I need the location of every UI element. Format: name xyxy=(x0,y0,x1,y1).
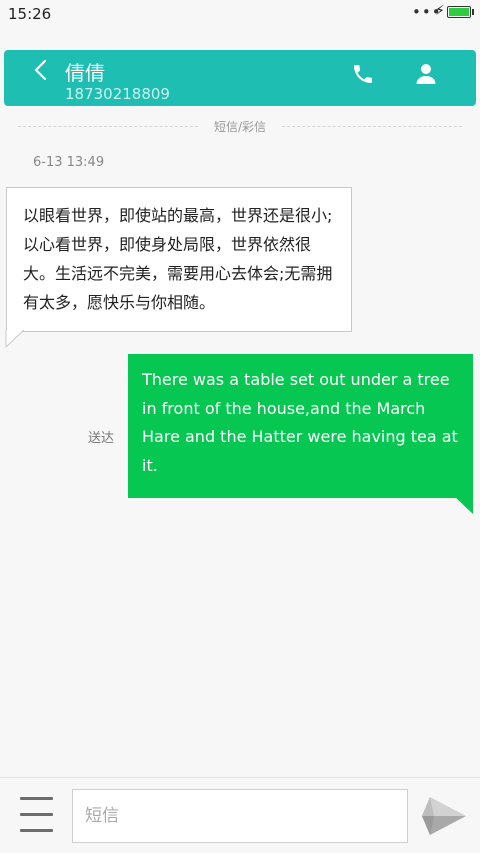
incoming-message-bubble[interactable]: 以眼看世界，即使站的最高，世界还是很小;以心看世界，即使身处局限，世界依然很大。… xyxy=(6,187,352,332)
hamburger-menu-icon[interactable] xyxy=(20,797,53,833)
phone-icon[interactable] xyxy=(351,62,375,86)
channel-label: 短信/彩信 xyxy=(213,120,267,134)
battery-icon xyxy=(447,6,471,18)
status-time: 15:26 xyxy=(8,5,52,23)
delivery-status: 送达 xyxy=(88,431,115,446)
person-icon[interactable] xyxy=(415,62,437,86)
incoming-bubble-tail xyxy=(5,330,25,348)
contact-name: 倩倩 xyxy=(65,61,105,85)
message-timestamp: 6-13 13:49 xyxy=(33,155,105,170)
incoming-message-text: 以眼看世界，即使站的最高，世界还是很小;以心看世界，即使身处局限，世界依然很大。… xyxy=(23,206,333,312)
separator-line-right xyxy=(282,126,462,127)
conversation-header: 倩倩 18730218809 xyxy=(4,50,476,106)
outgoing-message-bubble[interactable]: There was a table set out under a tree i… xyxy=(128,354,473,498)
send-paper-plane-icon[interactable] xyxy=(420,794,468,838)
composer-bar xyxy=(0,777,480,853)
separator-line-left xyxy=(18,126,198,127)
sms-conversation-screen: 15:26 ••• ⚡ 倩倩 18730218809 短信/彩信 6-13 13… xyxy=(0,0,480,853)
sms-input[interactable] xyxy=(72,789,408,843)
status-bar: 15:26 ••• ⚡ xyxy=(0,0,480,30)
chevron-left-icon[interactable] xyxy=(30,56,54,86)
battery-tip xyxy=(472,9,474,15)
charging-bolt-icon: ⚡ xyxy=(435,3,445,19)
battery-level xyxy=(449,8,469,16)
outgoing-bubble-tail xyxy=(455,497,473,514)
outgoing-message-text: There was a table set out under a tree i… xyxy=(142,370,458,475)
contact-number: 18730218809 xyxy=(65,85,170,103)
